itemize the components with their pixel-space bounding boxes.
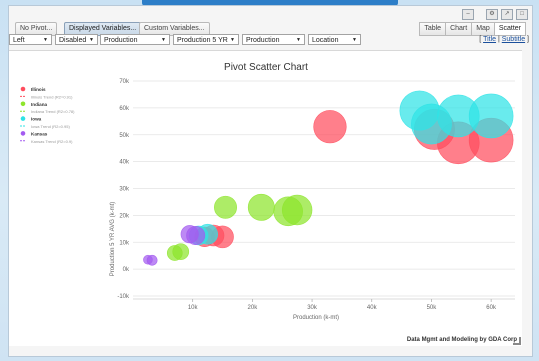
window-controls: – ⚙ ↗ □ bbox=[462, 9, 528, 20]
popout-icon[interactable]: ↗ bbox=[501, 9, 513, 20]
y-axis-label: Production 5 YR AVG (k-mt) bbox=[110, 202, 116, 276]
title-link[interactable]: Title bbox=[483, 36, 496, 43]
y-tick-label: 70k bbox=[119, 79, 130, 85]
chart-title: Pivot Scatter Chart bbox=[224, 62, 308, 73]
kansas-bubble[interactable] bbox=[146, 254, 158, 266]
x-axis-ticks: 10k 20k 30k 40k 50k 60k bbox=[188, 299, 497, 311]
mode-select[interactable]: Disabled ▼ bbox=[55, 34, 98, 45]
y-variable-value: Production 5 YR bbox=[177, 37, 228, 44]
y-tick-label: 60k bbox=[119, 106, 130, 112]
y-tick-label: 40k bbox=[119, 160, 130, 166]
color-variable-select[interactable]: Location ▼ bbox=[308, 34, 361, 45]
legend-marker-icon bbox=[20, 101, 26, 107]
size-variable-select[interactable]: Production ▼ bbox=[242, 34, 305, 45]
iowa-bubble[interactable] bbox=[468, 93, 514, 139]
y-variable-select[interactable]: Production 5 YR ▼ bbox=[173, 34, 239, 45]
legend-label[interactable]: Indiana bbox=[31, 102, 48, 107]
position-select[interactable]: Left ▼ bbox=[9, 34, 52, 45]
x-tick-label: 50k bbox=[427, 305, 438, 311]
selector-row: Left ▼ Disabled ▼ Production ▼ Production 5… bbox=[9, 34, 533, 47]
legend-label[interactable]: Kansas bbox=[31, 131, 48, 136]
subtitle-link[interactable]: Subtitle bbox=[502, 36, 525, 43]
scatter-chart: Pivot Scatter Chart -10k 0k 10k 20k 30k 40k 50… bbox=[20, 62, 517, 343]
legend-label[interactable]: Iowa Trend (R2=0.95) bbox=[31, 124, 70, 129]
illinois-bubble[interactable] bbox=[313, 110, 347, 144]
chevron-down-icon: ▼ bbox=[43, 37, 48, 43]
legend-label[interactable]: Illinois Trend (R2=0.91) bbox=[31, 94, 73, 99]
minimize-icon[interactable]: – bbox=[462, 9, 474, 20]
chevron-down-icon: ▼ bbox=[352, 37, 357, 43]
legend-label[interactable]: Kansas Trend (R2=0.9) bbox=[31, 139, 73, 144]
legend-label[interactable]: Iowa bbox=[31, 117, 42, 122]
position-select-value: Left bbox=[13, 37, 25, 44]
x-axis-label: Production (k-mt) bbox=[293, 315, 339, 321]
settings-icon[interactable]: ⚙ bbox=[486, 9, 498, 20]
indiana-bubble[interactable] bbox=[172, 243, 190, 260]
mode-select-value: Disabled bbox=[59, 37, 87, 44]
x-tick-label: 30k bbox=[307, 305, 318, 311]
x-tick-label: 10k bbox=[188, 305, 199, 311]
y-tick-label: 10k bbox=[119, 240, 130, 246]
bubble-series bbox=[143, 90, 514, 266]
indiana-bubble[interactable] bbox=[214, 195, 237, 219]
y-tick-label: 30k bbox=[119, 187, 130, 193]
legend-marker-icon bbox=[20, 131, 26, 136]
indiana-bubble[interactable] bbox=[247, 193, 275, 221]
legend-label[interactable]: Indiana Trend (R2=0.78) bbox=[31, 109, 75, 114]
chevron-down-icon: ▼ bbox=[89, 37, 94, 43]
chevron-down-icon: ▼ bbox=[296, 37, 301, 43]
x-tick-label: 40k bbox=[367, 305, 378, 311]
indiana-bubble[interactable] bbox=[281, 194, 313, 226]
title-links: [ Title | Subtitle ] bbox=[479, 36, 529, 43]
resize-handle[interactable] bbox=[513, 337, 521, 345]
legend-marker-icon bbox=[20, 116, 26, 121]
legend-label[interactable]: Illinois bbox=[31, 87, 46, 92]
x-variable-select[interactable]: Production ▼ bbox=[100, 34, 170, 45]
y-axis-ticks: -10k 0k 10k 20k 30k 40k 50k 60k 70k bbox=[117, 79, 130, 300]
chevron-down-icon: ▼ bbox=[161, 37, 166, 43]
legend-marker-icon bbox=[20, 86, 26, 92]
legend: Illinois Illinois Trend (R2=0.91) Indiana I… bbox=[20, 86, 75, 144]
footer-credit: Data Mgmt and Modeling by GDA Corp bbox=[407, 337, 517, 343]
y-tick-label: 0k bbox=[123, 267, 130, 273]
y-tick-label: 20k bbox=[119, 213, 130, 219]
color-variable-value: Location bbox=[312, 37, 339, 44]
maximize-icon[interactable]: □ bbox=[516, 9, 528, 20]
x-tick-label: 60k bbox=[486, 305, 497, 311]
chevron-down-icon: ▼ bbox=[230, 37, 235, 43]
x-variable-value: Production bbox=[104, 37, 138, 44]
x-tick-label: 20k bbox=[248, 305, 259, 311]
y-tick-label: -10k bbox=[117, 294, 130, 300]
size-variable-value: Production bbox=[246, 37, 280, 44]
kansas-bubble[interactable] bbox=[186, 226, 206, 246]
y-tick-label: 50k bbox=[119, 133, 130, 139]
chart-panel: Pivot Scatter Chart -10k 0k 10k 20k 30k 40k 50… bbox=[9, 50, 522, 346]
